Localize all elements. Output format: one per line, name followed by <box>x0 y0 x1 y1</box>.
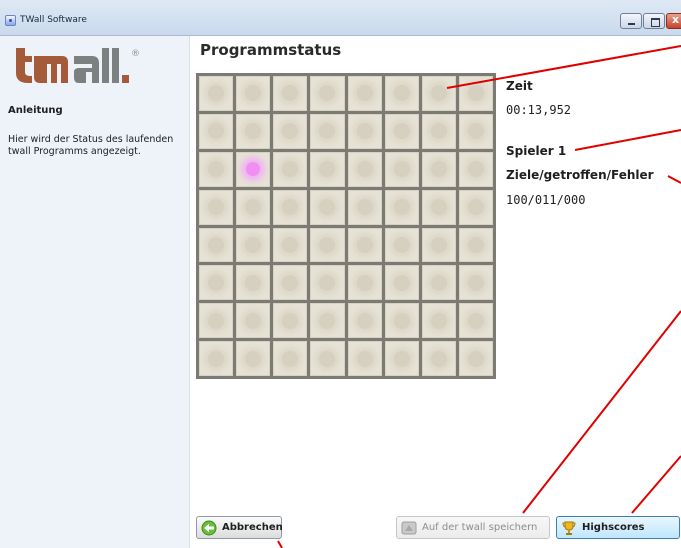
wall-tile <box>458 151 493 187</box>
wall-tile <box>310 265 345 301</box>
wall-tile <box>236 189 271 225</box>
wall-tile <box>273 151 308 187</box>
wall-tile <box>310 227 345 263</box>
wall-tile <box>384 76 419 111</box>
wall-tile <box>458 227 493 263</box>
wall-tile <box>458 341 493 376</box>
wall-tile <box>273 76 308 111</box>
wall-tile <box>199 189 234 225</box>
wall-tile <box>384 151 419 187</box>
wall-tile <box>273 189 308 225</box>
wall-tile <box>347 76 382 111</box>
wall-tile <box>347 227 382 263</box>
wall-tile <box>310 341 345 376</box>
title-bar: TWall Software <box>0 0 681 36</box>
wall-tile <box>310 189 345 225</box>
twall-logo: ® <box>16 48 140 83</box>
page-title: Programmstatus <box>200 41 342 59</box>
annotation-line-save <box>522 310 681 514</box>
wall-tile <box>310 151 345 187</box>
wall-tile <box>273 303 308 339</box>
wall-tile <box>347 303 382 339</box>
wall-tile <box>310 113 345 149</box>
wall-tile <box>458 76 493 111</box>
wall-tile <box>384 265 419 301</box>
wall-tile <box>347 151 382 187</box>
wall-tile <box>347 189 382 225</box>
save-to-wall-label: Auf der twall speichern <box>422 522 538 533</box>
sidebar: ® Anleitung Hier wird der Status des lau… <box>0 36 190 548</box>
wall-tile <box>421 227 456 263</box>
wall-tile <box>421 189 456 225</box>
wall-tile <box>199 227 234 263</box>
cancel-button-label: Abbrechen <box>222 522 283 533</box>
wall-tile <box>199 113 234 149</box>
wall-grid <box>199 76 493 376</box>
wall-tile <box>273 227 308 263</box>
annotation-line-cancel <box>277 540 283 548</box>
wall-tile <box>384 189 419 225</box>
score-value: 100/011/000 <box>506 193 586 207</box>
wall-tile <box>384 113 419 149</box>
wall-tile <box>421 113 456 149</box>
wall-tile <box>236 113 271 149</box>
trophy-icon <box>561 520 577 536</box>
wall-tile <box>421 341 456 376</box>
wall-tile <box>310 303 345 339</box>
instructions-text: Hier wird der Status des laufenden twall… <box>8 134 174 157</box>
wall-tile <box>236 341 271 376</box>
player-label: Spieler 1 <box>506 144 567 158</box>
wall-tile <box>236 227 271 263</box>
wall-tile <box>199 151 234 187</box>
time-label: Zeit <box>506 79 533 93</box>
wall-tile-lit <box>236 151 271 187</box>
wall-tile <box>199 76 234 111</box>
app-icon <box>5 15 16 26</box>
wall-tile <box>310 76 345 111</box>
wall-tile <box>273 341 308 376</box>
window-title: TWall Software <box>20 15 87 25</box>
maximize-button[interactable] <box>643 13 665 29</box>
wall-tile <box>347 265 382 301</box>
time-value: 00:13,952 <box>506 103 572 117</box>
wall-tile <box>236 76 271 111</box>
wall-tile <box>236 265 271 301</box>
wall-tile <box>273 265 308 301</box>
wall-tile <box>384 227 419 263</box>
annotation-line-score <box>667 175 681 184</box>
highscores-button[interactable]: Highscores <box>556 516 680 539</box>
registered-mark: ® <box>131 49 140 59</box>
wall-tile <box>458 113 493 149</box>
cancel-button[interactable]: Abbrechen <box>196 516 283 539</box>
wall-tile <box>236 303 271 339</box>
wall-save-icon <box>401 520 417 536</box>
wall-tile <box>421 76 456 111</box>
annotation-line-player <box>574 129 681 151</box>
wall-board <box>196 73 496 379</box>
wall-tile <box>458 265 493 301</box>
wall-tile <box>199 341 234 376</box>
save-to-wall-button[interactable]: Auf der twall speichern <box>396 516 550 539</box>
wall-tile <box>421 303 456 339</box>
score-label: Ziele/getroffen/Fehler <box>506 168 654 182</box>
instructions-heading: Anleitung <box>8 105 63 116</box>
minimize-button[interactable] <box>620 13 642 29</box>
back-arrow-icon <box>201 520 217 536</box>
highscores-label: Highscores <box>582 522 645 533</box>
wall-tile <box>384 341 419 376</box>
wall-tile <box>421 265 456 301</box>
wall-tile <box>458 303 493 339</box>
wall-tile <box>273 113 308 149</box>
wall-tile <box>199 265 234 301</box>
annotation-line-highscores <box>631 455 681 514</box>
wall-tile <box>458 189 493 225</box>
wall-tile <box>384 303 419 339</box>
wall-tile <box>199 303 234 339</box>
wall-tile <box>347 113 382 149</box>
wall-tile <box>347 341 382 376</box>
wall-tile <box>421 151 456 187</box>
close-button[interactable] <box>666 13 681 29</box>
